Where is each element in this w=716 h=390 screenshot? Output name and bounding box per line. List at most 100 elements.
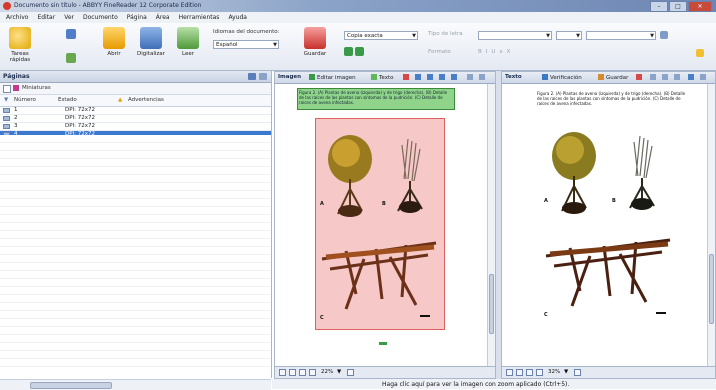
verify-button[interactable]: Verificación [542, 74, 582, 81]
actual-size-icon[interactable] [299, 369, 306, 376]
area2-button[interactable] [439, 74, 447, 81]
save-text-label: Guardar [606, 75, 629, 81]
tool-b-button[interactable] [662, 74, 670, 81]
text-zoom-value[interactable]: 32% [548, 369, 560, 375]
tool-a-icon [650, 74, 656, 80]
text-area-button[interactable]: Texto [371, 74, 394, 81]
pages-list-empty [0, 135, 271, 374]
tool-icon[interactable] [355, 47, 364, 56]
view-icon[interactable] [248, 73, 256, 80]
pan-icon [451, 74, 457, 80]
zoom-in-icon[interactable] [574, 369, 581, 376]
scroll-thumb[interactable] [30, 382, 112, 389]
page-number-area[interactable] [379, 342, 387, 345]
picture-area-icon [403, 74, 409, 80]
tool-c-button[interactable] [674, 74, 682, 81]
expand-text-button[interactable] [688, 74, 696, 81]
page-row[interactable]: 1 DPI: 72x72 [0, 107, 271, 115]
page-row[interactable]: 2 DPI: 72x72 [0, 115, 271, 123]
edit-image-button[interactable]: Editar imagen [309, 74, 356, 81]
plant-c-output [545, 238, 671, 307]
zoom-in-icon[interactable] [347, 369, 354, 376]
text-area-caption[interactable]: Figura 2. (A) Plantas de avena (izquierd… [297, 88, 455, 110]
picture-area[interactable]: A B C [315, 118, 445, 330]
page-number: 2 [14, 115, 18, 121]
minimize-button[interactable]: – [650, 1, 668, 12]
image-zoom-value[interactable]: 22% [321, 369, 333, 375]
fit-width-icon[interactable] [289, 369, 296, 376]
sort-icon[interactable]: ▼ [4, 97, 8, 103]
area-button[interactable] [427, 74, 435, 81]
column-number[interactable]: Número [14, 97, 36, 103]
page-status: DPI: 72x72 [65, 123, 96, 129]
image-vscrollbar[interactable] [487, 84, 495, 367]
open-button[interactable]: Abrir [102, 27, 126, 57]
tasks-button[interactable]: Tareas rápidas [4, 27, 36, 63]
area2-icon [439, 74, 445, 80]
read-icon [177, 27, 199, 49]
pages-table-header: ▼ Número Estado ▲ Advertencias [0, 95, 271, 107]
font-select[interactable]: ▼ [478, 31, 552, 40]
zoom-out-icon[interactable] [309, 369, 316, 376]
chevron-down-icon[interactable]: ▼ [337, 369, 341, 375]
spellcheck-icon [636, 74, 642, 80]
thumbnail-icon[interactable] [13, 85, 19, 91]
save-format-select[interactable]: Copia exacta ▼ [344, 31, 418, 40]
pane-close-button[interactable] [479, 74, 487, 81]
filter-checkbox[interactable] [3, 85, 11, 93]
save-format-value: Copia exacta [347, 33, 383, 39]
menu-ayuda[interactable]: Ayuda [228, 14, 247, 21]
formatting-icons[interactable]: BIUxX [478, 49, 514, 55]
wand-icon [9, 27, 31, 49]
close-button[interactable]: ✕ [688, 1, 712, 12]
style-select[interactable]: ▼ [586, 31, 656, 40]
save-button[interactable]: Guardar [302, 27, 328, 57]
menu-archivo[interactable]: Archivo [6, 14, 28, 21]
menu-area[interactable]: Área [156, 14, 170, 21]
page-row[interactable]: 3 DPI: 72x72 [0, 123, 271, 131]
column-warnings[interactable]: Advertencias [128, 97, 164, 103]
verify-icon [542, 74, 548, 80]
chevron-down-icon[interactable]: ▼ [564, 369, 568, 375]
close-panel-icon[interactable] [259, 73, 267, 80]
fit-page-icon[interactable] [506, 369, 513, 376]
language-value: Español [216, 42, 238, 48]
tool-icon[interactable] [344, 47, 353, 56]
page-number: 3 [14, 123, 18, 129]
menu-ver[interactable]: Ver [64, 14, 74, 21]
picture-area-button[interactable] [403, 74, 411, 81]
new-icon[interactable] [66, 29, 76, 39]
language-select[interactable]: Español ▼ [213, 40, 279, 49]
expand-button[interactable] [467, 74, 475, 81]
menu-herramientas[interactable]: Herramientas [179, 14, 220, 21]
highlight-icon[interactable] [696, 49, 704, 57]
zoom-out-icon[interactable] [536, 369, 543, 376]
pages-filter-bar: Miniaturas [0, 83, 271, 95]
table-area-button[interactable] [415, 74, 423, 81]
maximize-button[interactable]: □ [669, 1, 687, 12]
save-text-button[interactable]: Guardar [598, 74, 628, 81]
menu-documento[interactable]: Documento [83, 14, 118, 21]
font-size-select[interactable]: ▼ [556, 31, 582, 40]
pages-hscrollbar[interactable] [0, 379, 271, 390]
menu-bar: Archivo Editar Ver Documento Página Área… [0, 12, 716, 23]
pan-button[interactable] [451, 74, 459, 81]
scan-button[interactable]: Digitalizar [136, 27, 166, 57]
format-icon[interactable] [660, 31, 668, 39]
close-text-button[interactable] [700, 74, 708, 81]
tool-a-button[interactable] [650, 74, 658, 81]
open-label: Abrir [107, 51, 121, 57]
menu-pagina[interactable]: Página [127, 14, 147, 21]
scroll-thumb[interactable] [709, 254, 714, 324]
column-status[interactable]: Estado [58, 97, 77, 103]
settings-icon[interactable] [66, 53, 76, 63]
text-vscrollbar[interactable] [707, 84, 715, 367]
menu-editar[interactable]: Editar [37, 14, 55, 21]
spellcheck-button[interactable] [636, 74, 644, 81]
text-caption[interactable]: Figura 2. (A) Plantas de avena (izquierd… [536, 90, 690, 108]
read-button[interactable]: Leer [176, 27, 200, 57]
fit-page-icon[interactable] [279, 369, 286, 376]
fit-width-icon[interactable] [516, 369, 523, 376]
actual-size-icon[interactable] [526, 369, 533, 376]
scroll-thumb[interactable] [489, 274, 494, 334]
